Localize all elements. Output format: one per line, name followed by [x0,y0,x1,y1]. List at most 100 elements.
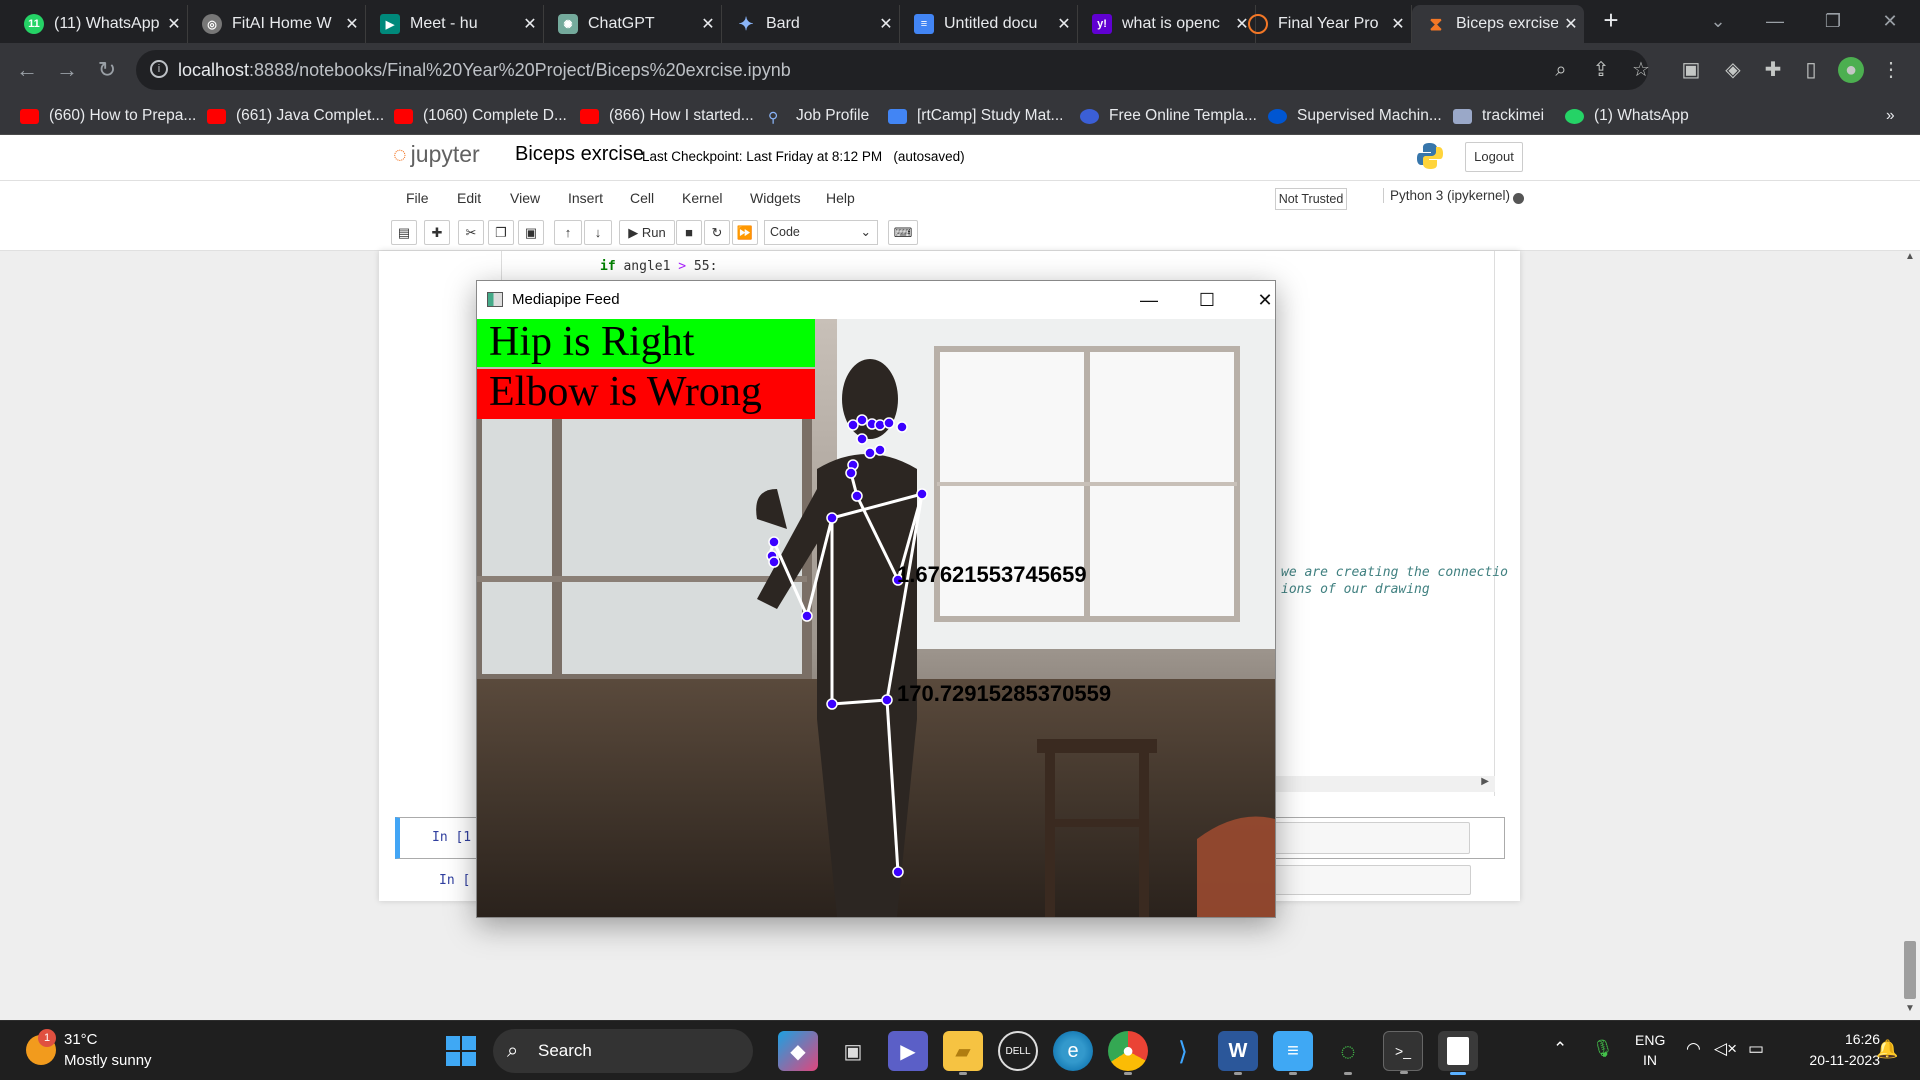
tab-biceps-active[interactable]: ⧗ Biceps exrcise ✕ [1412,5,1584,43]
menu-dots-icon[interactable]: ⋮ [1878,57,1904,83]
tab-whatsapp[interactable]: 11 (11) WhatsApp ✕ [10,5,188,43]
scroll-up-icon[interactable]: ▲ [1905,251,1915,262]
bookmark[interactable]: Supervised Machin... [1268,104,1442,128]
bookmark[interactable]: (661) Java Complet... [207,104,384,128]
add-cell-icon[interactable]: ✚ [424,220,450,245]
close-tab-icon[interactable]: ✕ [517,14,543,34]
menu-view[interactable]: View [510,190,540,206]
restore-button[interactable]: ❐ [1813,6,1853,36]
site-info-icon[interactable]: i [150,60,168,78]
bookmark[interactable]: (1060) Complete D... [394,104,567,128]
menu-insert[interactable]: Insert [568,190,603,206]
weather-description[interactable]: Mostly sunny [64,1052,152,1069]
extension-color-icon[interactable]: ◈ [1720,57,1746,83]
minimize-button[interactable]: — [1129,285,1169,315]
restart-icon[interactable]: ↻ [704,220,730,245]
avatar[interactable]: ● [1838,57,1864,83]
volume-muted-icon[interactable]: ◁× [1714,1039,1737,1059]
side-panel-icon[interactable]: ▯ [1798,57,1824,83]
notebook-title[interactable]: Biceps exrcise [515,143,644,166]
show-hidden-icons[interactable]: ⌃ [1553,1039,1567,1059]
bookmark-star-icon[interactable]: ☆ [1628,57,1654,83]
logout-button[interactable]: Logout [1465,142,1523,172]
menu-help[interactable]: Help [826,190,855,206]
run-button[interactable]: ▶ Run [619,220,675,245]
close-tab-icon[interactable]: ✕ [339,14,365,34]
chrome-icon[interactable]: ● [1108,1031,1148,1075]
bookmark[interactable]: ⚲ Job Profile [768,104,869,128]
tab-chatgpt[interactable]: ✺ ChatGPT ✕ [544,5,722,43]
wifi-icon[interactable]: ◠ [1686,1039,1701,1059]
bookmark[interactable]: trackimei [1453,104,1544,128]
share-icon[interactable]: ⇪ [1588,57,1614,83]
tab-bard[interactable]: ✦ Bard ✕ [722,5,900,43]
zoom-icon[interactable]: ⌕ [1548,57,1574,83]
language-region[interactable]: IN [1643,1052,1657,1068]
forward-button[interactable]: → [52,55,82,85]
notepad-icon[interactable]: ≡ [1273,1031,1313,1075]
bookmark[interactable]: Free Online Templa... [1080,104,1257,128]
close-tab-icon[interactable]: ✕ [1051,14,1077,34]
document-app-icon[interactable] [1438,1031,1478,1075]
bookmark[interactable]: (1) WhatsApp [1565,104,1689,128]
keyboard-icon[interactable]: ⌨ [888,220,918,245]
paste-icon[interactable]: ▣ [518,220,544,245]
clock-time[interactable]: 16:26 [1820,1031,1880,1047]
scrollbar-thumb[interactable] [1904,941,1916,999]
reload-button[interactable]: ↻ [92,55,122,85]
bookmark[interactable]: (866) How I started... [580,104,754,128]
more-bookmarks-icon[interactable]: » [1886,104,1895,128]
not-trusted-button[interactable]: Not Trusted [1275,188,1347,210]
file-explorer-icon[interactable]: ▰ [943,1031,983,1075]
minimize-button[interactable]: — [1755,6,1795,36]
back-button[interactable]: ← [12,55,42,85]
maximize-button[interactable]: ☐ [1187,285,1227,315]
bookmark[interactable]: (660) How to Prepa... [20,104,196,128]
move-down-icon[interactable]: ↓ [584,220,612,245]
close-tab-icon[interactable]: ✕ [1558,14,1584,34]
puzzle-icon[interactable]: ✚ [1760,57,1786,83]
kernel-name[interactable]: Python 3 (ipykernel) [1383,188,1510,203]
tab-search-icon[interactable]: ⌄ [1698,6,1738,36]
bookmark[interactable]: [rtCamp] Study Mat... [888,104,1063,128]
menu-edit[interactable]: Edit [457,190,481,206]
clock-date[interactable]: 20-11-2023 [1786,1052,1880,1068]
move-up-icon[interactable]: ↑ [554,220,582,245]
scroll-down-icon[interactable]: ▼ [1905,1003,1915,1014]
extension-icon[interactable]: ▣ [1678,57,1704,83]
teams-icon[interactable]: ▶ [888,1031,928,1071]
copy-icon[interactable]: ❐ [488,220,514,245]
taskbar-search[interactable]: ⌕ Search [493,1029,753,1073]
tab-final-year[interactable]: Final Year Pro ✕ [1234,5,1412,43]
copilot-icon[interactable]: ◆ [778,1031,818,1071]
page-scrollbar[interactable]: ▲ ▼ [1900,251,1920,1020]
close-tab-icon[interactable]: ✕ [1385,14,1411,34]
scroll-right-icon[interactable]: ▶ [1481,776,1489,787]
menu-kernel[interactable]: Kernel [682,190,722,206]
cell-type-select[interactable]: Code ⌄ [764,220,878,245]
cut-icon[interactable]: ✂ [458,220,484,245]
close-button[interactable]: ✕ [1245,285,1285,315]
menu-widgets[interactable]: Widgets [750,190,801,206]
jupyter-ring-icon[interactable]: ◌ [1328,1031,1368,1075]
language-indicator[interactable]: ENG [1635,1032,1665,1048]
vscode-icon[interactable]: ⟩ [1163,1031,1203,1071]
tab-yahoo[interactable]: y! what is openc ✕ [1078,5,1256,43]
menu-file[interactable]: File [406,190,429,206]
close-window-button[interactable]: ✕ [1870,6,1910,36]
task-view-icon[interactable]: ▣ [833,1031,873,1071]
new-tab-button[interactable]: + [1598,7,1624,34]
menu-cell[interactable]: Cell [630,190,654,206]
close-tab-icon[interactable]: ✕ [873,14,899,34]
mediapipe-window[interactable]: Mediapipe Feed — ☐ ✕ Hip is Right Elbow … [476,280,1276,918]
close-tab-icon[interactable]: ✕ [695,14,721,34]
close-tab-icon[interactable]: ✕ [161,14,187,34]
interrupt-icon[interactable]: ■ [676,220,702,245]
tab-meet[interactable]: ▶ Meet - hu ✕ [366,5,544,43]
dell-icon[interactable]: DELL [998,1031,1038,1071]
word-icon[interactable]: W [1218,1031,1258,1075]
edge-icon[interactable]: e [1053,1031,1093,1071]
address-bar[interactable]: i localhost:8888/notebooks/Final%20Year%… [136,50,1648,90]
mediapipe-titlebar[interactable]: Mediapipe Feed — ☐ ✕ [477,281,1275,319]
microphone-icon[interactable]: 🎙 [1592,1039,1614,1059]
